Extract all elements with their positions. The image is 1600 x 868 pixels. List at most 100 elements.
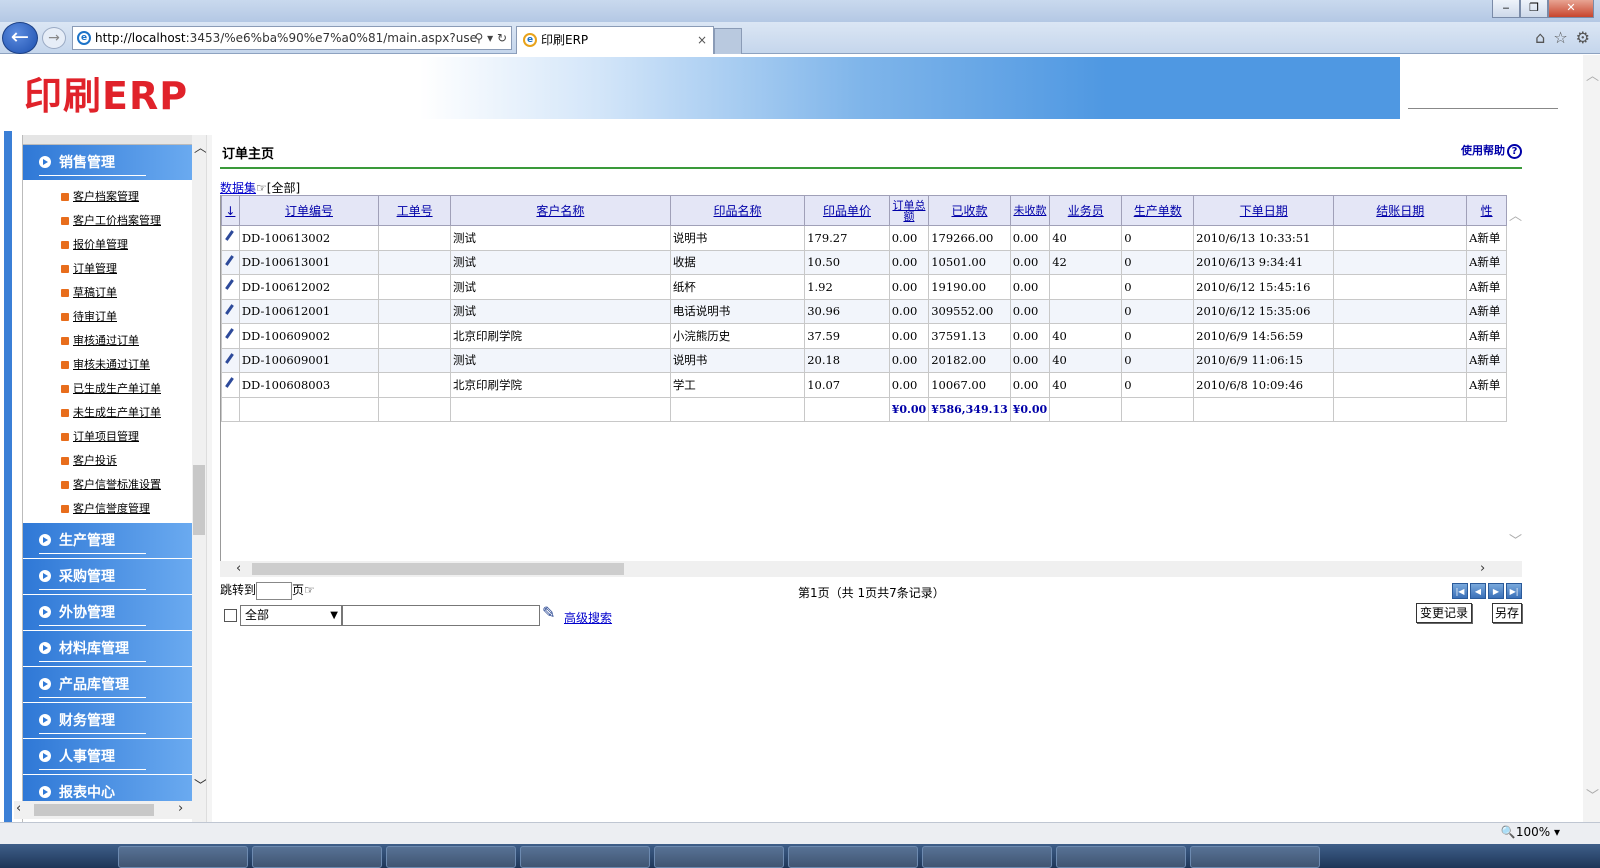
address-bar[interactable]: e http://localhost:3453/%e6%ba%90%e7%a0%… <box>72 26 512 50</box>
menu-material-stock[interactable]: 材料库管理 <box>23 631 192 667</box>
col-salesman[interactable]: 业务员 <box>1049 195 1123 226</box>
restore-icon[interactable]: ❐ <box>1520 0 1548 18</box>
edit-pencil-icon[interactable] <box>224 255 234 267</box>
dataset-selector[interactable]: 数据集☞[全部] <box>220 179 300 196</box>
taskbar-item[interactable] <box>788 846 918 868</box>
col-product[interactable]: 印品名称 <box>669 195 806 226</box>
edit-pencil-icon[interactable] <box>224 377 234 389</box>
menu-product-stock[interactable]: 产品库管理 <box>23 667 192 703</box>
scroll-thumb[interactable] <box>193 465 205 535</box>
table-row[interactable]: DD-100608003 北京印刷学院 学工 10.07 0.00 10067.00 0.0… <box>221 372 1507 398</box>
taskbar-item[interactable] <box>1056 846 1186 868</box>
col-received[interactable]: 已收款 <box>928 195 1011 226</box>
scroll-down-icon[interactable]: ﹀ <box>1586 785 1599 804</box>
submenu-item[interactable]: 待审订单 <box>23 305 192 329</box>
col-order-total[interactable]: 订单总额 <box>888 195 930 226</box>
new-tab-button[interactable] <box>714 28 742 54</box>
help-link[interactable]: 使用帮助? <box>1461 142 1522 159</box>
taskbar-item[interactable] <box>922 846 1052 868</box>
scroll-thumb[interactable] <box>252 563 624 575</box>
menu-sales[interactable]: 销售管理 <box>23 145 192 181</box>
submenu-item[interactable]: 审核通过订单 <box>23 329 192 353</box>
edit-pencil-icon[interactable] <box>224 304 234 316</box>
last-page-icon[interactable]: ▶| <box>1506 583 1522 599</box>
scroll-left-icon[interactable]: ‹ <box>16 801 21 816</box>
refresh-icon[interactable]: ↻ <box>497 31 507 45</box>
menu-outsourcing[interactable]: 外协管理 <box>23 595 192 631</box>
edit-cell[interactable] <box>221 225 240 251</box>
edit-cell[interactable] <box>221 347 240 373</box>
col-prod-count[interactable]: 生产单数 <box>1121 195 1195 226</box>
save-as-button[interactable]: 另存 <box>1492 603 1522 623</box>
minimize-icon[interactable]: ‒ <box>1492 0 1520 18</box>
scroll-thumb[interactable] <box>34 804 154 816</box>
next-page-icon[interactable]: ▶ <box>1488 583 1504 599</box>
col-sort[interactable]: ↓ <box>221 195 240 226</box>
submenu-item[interactable]: 报价单管理 <box>23 233 192 257</box>
scroll-up-icon[interactable]: ︿ <box>1509 205 1522 224</box>
search-brush-icon[interactable]: ✎ <box>542 603 555 622</box>
edit-pencil-icon[interactable] <box>224 230 234 242</box>
submenu-item[interactable]: 草稿订单 <box>23 281 192 305</box>
settings-gear-icon[interactable]: ⚙ <box>1576 28 1590 47</box>
col-job-no[interactable]: 工单号 <box>378 195 452 226</box>
splitter-handle[interactable] <box>206 135 212 835</box>
col-type[interactable]: 性 <box>1466 195 1507 226</box>
col-unreceived[interactable]: 未收款 <box>1009 195 1051 226</box>
menu-finance[interactable]: 财务管理 <box>23 703 192 739</box>
edit-cell[interactable] <box>221 249 240 275</box>
taskbar-item[interactable] <box>654 846 784 868</box>
search-scope-select[interactable]: 全部 <box>240 605 342 626</box>
submenu-item[interactable]: 客户投诉 <box>23 449 192 473</box>
dataset-link[interactable]: 数据集 <box>220 181 256 195</box>
table-row[interactable]: DD-100613002 测试 说明书 179.27 0.00 179266.00 0.00… <box>221 225 1507 251</box>
prev-page-icon[interactable]: ◀ <box>1470 583 1486 599</box>
scroll-right-icon[interactable]: › <box>178 801 183 816</box>
edit-pencil-icon[interactable] <box>224 328 234 340</box>
scroll-down-icon[interactable]: ﹀ <box>1509 530 1522 549</box>
col-order-no[interactable]: 订单编号 <box>238 195 380 226</box>
change-log-button[interactable]: 变更记录 <box>1416 603 1472 623</box>
submenu-item[interactable]: 客户信誉标准设置 <box>23 473 192 497</box>
taskbar-item[interactable] <box>386 846 516 868</box>
submenu-item[interactable]: 审核未通过订单 <box>23 353 192 377</box>
back-button[interactable]: ← <box>2 22 38 54</box>
menu-purchasing[interactable]: 采购管理 <box>23 559 192 595</box>
browser-tab[interactable]: e 印刷ERP × <box>516 26 714 54</box>
first-page-icon[interactable]: |◀ <box>1452 583 1468 599</box>
submenu-item[interactable]: 客户信誉度管理 <box>23 497 192 521</box>
sidebar-scrollbar[interactable]: ︿ ﹀ <box>192 135 207 835</box>
edit-cell[interactable] <box>221 323 240 349</box>
advanced-search-link[interactable]: 高级搜索 <box>564 609 612 626</box>
page-number-input[interactable] <box>256 581 293 600</box>
search-input[interactable] <box>342 605 540 626</box>
taskbar-item[interactable] <box>520 846 650 868</box>
taskbar-item[interactable] <box>252 846 382 868</box>
sidebar-hscrollbar[interactable]: ‹ › <box>14 801 194 819</box>
submenu-item[interactable]: 已生成生产单订单 <box>23 377 192 401</box>
table-row[interactable]: DD-100612001 测试 电话说明书 30.96 0.00 309552.00 0.0… <box>221 298 1507 324</box>
favorites-star-icon[interactable]: ☆ <box>1553 28 1567 47</box>
taskbar-item[interactable] <box>118 846 248 868</box>
forward-button[interactable]: → <box>42 27 66 49</box>
table-row[interactable]: DD-100609002 北京印刷学院 小浣熊历史 37.59 0.00 37591.13… <box>221 323 1507 349</box>
submenu-item[interactable]: 未生成生产单订单 <box>23 401 192 425</box>
grid-hscrollbar[interactable]: ‹ › <box>220 561 1522 577</box>
edit-cell[interactable] <box>221 298 240 324</box>
grid-vscrollbar[interactable]: ︿ ﹀ <box>1507 205 1523 549</box>
go-hand-icon[interactable]: ☞ <box>304 583 315 597</box>
table-row[interactable]: DD-100612002 测试 纸杯 1.92 0.00 19190.00 0.00 0 201… <box>221 274 1507 300</box>
edit-cell[interactable] <box>221 274 240 300</box>
table-row[interactable]: DD-100609001 测试 说明书 20.18 0.00 20182.00 0.00 40… <box>221 347 1507 373</box>
menu-hr[interactable]: 人事管理 <box>23 739 192 775</box>
taskbar-item[interactable] <box>1190 846 1320 868</box>
home-icon[interactable]: ⌂ <box>1535 28 1545 47</box>
submenu-item[interactable]: 订单项目管理 <box>23 425 192 449</box>
zoom-level[interactable]: 🔍100% ▾ <box>1501 825 1560 839</box>
close-window-icon[interactable]: ✕ <box>1548 0 1594 18</box>
edit-pencil-icon[interactable] <box>224 353 234 365</box>
scroll-left-icon[interactable]: ‹ <box>236 561 241 576</box>
col-unit-price[interactable]: 印品单价 <box>804 195 890 226</box>
edit-cell[interactable] <box>221 372 240 398</box>
submenu-item[interactable]: 订单管理 <box>23 257 192 281</box>
